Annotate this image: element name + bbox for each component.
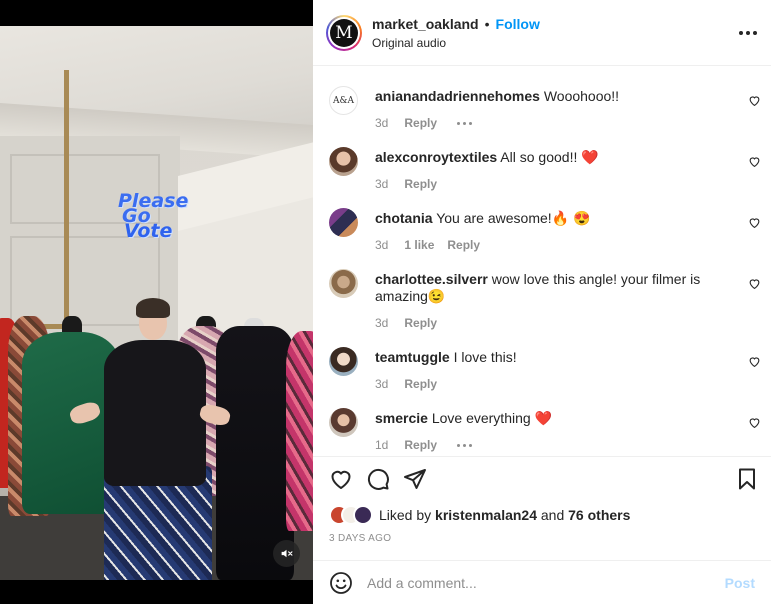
heart-icon[interactable] <box>748 277 761 290</box>
reply-button[interactable]: Reply <box>447 237 480 254</box>
comment-text: You are awesome!🔥 😍 <box>436 210 591 226</box>
post-header: M market_oakland • Follow Original audio <box>313 0 771 66</box>
heart-icon[interactable] <box>748 94 761 107</box>
separator-dot: • <box>484 15 490 32</box>
reply-button[interactable]: Reply <box>404 376 437 393</box>
post-date[interactable]: 3 DAYS AGO <box>329 533 391 544</box>
comment-composer: Post <box>313 560 771 604</box>
share-paper-plane-icon[interactable] <box>403 467 427 491</box>
heart-icon[interactable] <box>748 355 761 368</box>
heart-icon[interactable] <box>748 155 761 168</box>
mute-toggle-button[interactable] <box>273 540 300 567</box>
comment-time[interactable]: 3d <box>375 237 388 254</box>
please-go-vote-sticker: Please Go Vote <box>118 192 188 242</box>
commenter-username[interactable]: alexconroytextiles <box>375 149 497 165</box>
person-hair <box>136 298 170 318</box>
comment-text: Wooohooo!! <box>543 88 620 104</box>
audio-label[interactable]: Original audio <box>372 36 540 50</box>
comment-text: All so good!! ❤️ <box>500 149 599 165</box>
commenter-username[interactable]: chotania <box>375 210 433 226</box>
commenter-username[interactable]: teamtuggle <box>375 349 450 365</box>
commenter-avatar[interactable]: A&A <box>329 86 358 115</box>
more-options-button[interactable] <box>739 30 757 35</box>
comment-time[interactable]: 3d <box>375 315 388 332</box>
comment-time[interactable]: 1d <box>375 437 388 454</box>
likers-avatars[interactable] <box>329 505 373 525</box>
garment-pink-floral <box>286 331 313 531</box>
comment-options-button[interactable] <box>457 122 473 125</box>
commenter-avatar[interactable] <box>329 269 358 298</box>
comments-list[interactable]: A&A anianandadriennehomes Wooohooo!! 3d … <box>313 66 771 456</box>
comment-options-button[interactable] <box>457 444 473 447</box>
bookmark-icon[interactable] <box>735 467 759 491</box>
clothing-rail <box>64 70 69 328</box>
heart-icon[interactable] <box>748 416 761 429</box>
commenter-avatar[interactable] <box>329 208 358 237</box>
author-username[interactable]: market_oakland <box>372 16 479 32</box>
commenter-avatar[interactable] <box>329 147 358 176</box>
author-avatar[interactable]: M <box>326 14 362 51</box>
like-heart-icon[interactable] <box>329 467 353 491</box>
reply-button[interactable]: Reply <box>404 437 437 454</box>
comment-bubble-icon[interactable] <box>366 467 390 491</box>
comment-time[interactable]: 3d <box>375 115 388 132</box>
heart-icon[interactable] <box>748 216 761 229</box>
comment-likes[interactable]: 1 like <box>404 237 434 254</box>
reply-button[interactable]: Reply <box>404 315 437 332</box>
author-avatar-letter: M <box>330 18 358 47</box>
sticker-line: Vote <box>124 220 173 242</box>
comment-time[interactable]: 3d <box>375 376 388 393</box>
commenter-username[interactable]: smercie <box>375 410 428 426</box>
video-frame[interactable]: Please Go Vote <box>0 26 313 580</box>
likes-summary: Liked by kristenmalan24 and 76 others <box>329 505 630 525</box>
reply-button[interactable]: Reply <box>404 176 437 193</box>
comment-text: Love everything ❤️ <box>431 410 552 426</box>
liked-by-user[interactable]: kristenmalan24 <box>435 507 537 523</box>
comment-time[interactable]: 3d <box>375 176 388 193</box>
liked-by-others[interactable]: 76 others <box>568 507 630 523</box>
commenter-username[interactable]: anianandadriennehomes <box>375 88 540 104</box>
comment-input[interactable] <box>367 574 725 591</box>
liked-by-and: and <box>540 507 565 523</box>
post-actions: Liked by kristenmalan24 and 76 others 3 … <box>313 456 771 560</box>
more-horizontal-icon <box>739 30 743 35</box>
commenter-avatar[interactable] <box>329 347 358 376</box>
liked-by-prefix: Liked by <box>379 507 432 523</box>
post-side-panel: M market_oakland • Follow Original audio… <box>313 0 771 604</box>
reply-button[interactable]: Reply <box>404 115 437 132</box>
post-media: Please Go Vote <box>0 0 313 604</box>
person-sweater <box>104 340 206 486</box>
emoji-icon[interactable] <box>329 571 353 595</box>
commenter-username[interactable]: charlottee.silverr <box>375 271 488 287</box>
commenter-avatar[interactable] <box>329 408 358 437</box>
liker-avatar <box>353 505 373 525</box>
post-comment-button[interactable]: Post <box>725 575 755 591</box>
follow-button[interactable]: Follow <box>496 16 540 32</box>
speaker-muted-icon <box>281 549 293 558</box>
comment-text: I love this! <box>453 349 517 365</box>
